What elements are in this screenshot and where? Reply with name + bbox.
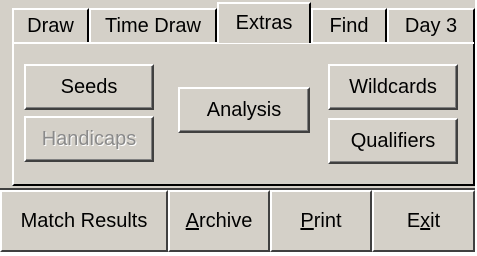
archive-button[interactable]: Archive xyxy=(168,190,270,252)
tab-label: Time Draw xyxy=(105,15,201,37)
app-window: Draw Time Draw Extras Find Day 3 Seeds H… xyxy=(0,0,475,252)
button-label-start: E xyxy=(406,209,421,232)
handicaps-button: Handicaps xyxy=(24,116,154,162)
qualifiers-button[interactable]: Qualifiers xyxy=(328,118,458,164)
tab-label: Extras xyxy=(235,12,293,34)
tab-find[interactable]: Find xyxy=(311,8,387,43)
match-results-button[interactable]: Match Results xyxy=(0,190,168,252)
seeds-button[interactable]: Seeds xyxy=(24,64,154,110)
mnemonic-letter: x xyxy=(420,209,431,232)
extras-tab-panel: Seeds Handicaps Analysis Wildcards Quali… xyxy=(12,42,475,186)
wildcards-button[interactable]: Wildcards xyxy=(328,64,458,110)
mnemonic-letter: A xyxy=(185,209,199,232)
button-label-rest: it xyxy=(430,209,441,232)
tab-extras[interactable]: Extras xyxy=(217,2,311,43)
tab-day-3[interactable]: Day 3 xyxy=(387,8,475,43)
button-label-rest: rint xyxy=(313,209,342,232)
tab-time-draw[interactable]: Time Draw xyxy=(89,8,217,43)
tab-draw[interactable]: Draw xyxy=(12,8,89,43)
exit-button[interactable]: Ex it xyxy=(372,190,475,252)
tab-label: Day 3 xyxy=(404,15,458,37)
tab-label: Find xyxy=(329,15,369,37)
tab-label: Draw xyxy=(27,15,74,37)
analysis-button[interactable]: Analysis xyxy=(178,87,310,133)
button-label-rest: rchive xyxy=(198,209,253,232)
mnemonic-letter: P xyxy=(300,209,314,232)
print-button[interactable]: Print xyxy=(270,190,372,252)
